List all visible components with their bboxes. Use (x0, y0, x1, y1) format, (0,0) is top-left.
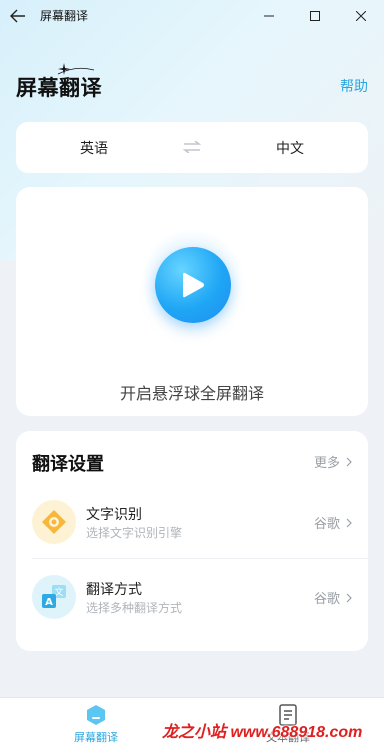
translate-icon: 文 A (42, 585, 66, 608)
source-language[interactable]: 英语 (16, 138, 172, 158)
watermark: 龙之小站 www.688918.com (162, 724, 363, 741)
swap-arrows-icon (182, 140, 202, 154)
chevron-right-icon (346, 593, 352, 602)
language-selector: 英语 中文 (16, 122, 368, 173)
play-icon (183, 272, 204, 298)
target-language[interactable]: 中文 (212, 138, 368, 158)
help-link[interactable]: 帮助 (340, 76, 368, 96)
translation-mode-label: 翻译方式 (86, 581, 142, 597)
text-recognition-subtitle: 选择文字识别引擎 (86, 526, 183, 540)
maximize-icon (310, 10, 320, 21)
start-floating-ball-button[interactable] (155, 247, 231, 323)
text-recognition-value: 谷歌 (314, 513, 352, 532)
screen-translate-icon (87, 705, 105, 725)
more-label: 更多 (313, 455, 340, 470)
close-button[interactable] (338, 0, 384, 31)
back-button[interactable] (0, 0, 36, 31)
text-recognition-row[interactable]: 文字识别 选择文字识别引擎 谷歌 (16, 487, 368, 557)
back-arrow-icon (10, 9, 25, 22)
chevron-right-icon (346, 518, 352, 527)
divider (32, 558, 368, 559)
translation-mode-value: 谷歌 (314, 588, 352, 607)
minimize-icon (264, 15, 274, 16)
text-recognition-icon (42, 510, 66, 534)
floating-ball-label[interactable]: 开启悬浮球全屏翻译 (16, 380, 368, 404)
floating-ball-card: 开启悬浮球全屏翻译 (16, 187, 368, 416)
translation-mode-row[interactable]: 文 A 翻译方式 选择多种翻译方式 谷歌 (16, 562, 368, 632)
translation-mode-engine: 谷歌 (313, 591, 340, 606)
text-recognition-icon-wrap (32, 500, 76, 544)
nav-screen-translate[interactable]: 屏幕翻译 (46, 704, 146, 748)
translation-mode-subtitle: 选择多种翻译方式 (86, 601, 183, 615)
maximize-button[interactable] (292, 0, 338, 31)
window-title: 屏幕翻译 (40, 9, 89, 23)
minimize-button[interactable] (246, 0, 292, 31)
translation-settings-card: 翻译设置 更多 文字识别 选择文字识别引擎 谷歌 文 A 翻译方式 选择多种翻译… (16, 431, 368, 651)
page-header: 屏幕翻译 帮助 (16, 63, 368, 102)
text-recognition-label: 文字识别 (86, 506, 142, 522)
chevron-right-icon (346, 457, 352, 466)
swap-languages-button[interactable] (172, 137, 212, 158)
nav-screen-translate-label: 屏幕翻译 (74, 732, 118, 744)
text-recognition-engine: 谷歌 (313, 516, 340, 531)
title-bar: 屏幕翻译 (0, 0, 384, 31)
sparkle-icon (57, 63, 95, 75)
settings-title: 翻译设置 (32, 454, 104, 474)
translate-icon-wrap: 文 A (32, 575, 76, 619)
more-settings-link[interactable]: 更多 (314, 452, 352, 471)
close-icon (356, 10, 366, 21)
svg-text:A: A (45, 597, 53, 608)
